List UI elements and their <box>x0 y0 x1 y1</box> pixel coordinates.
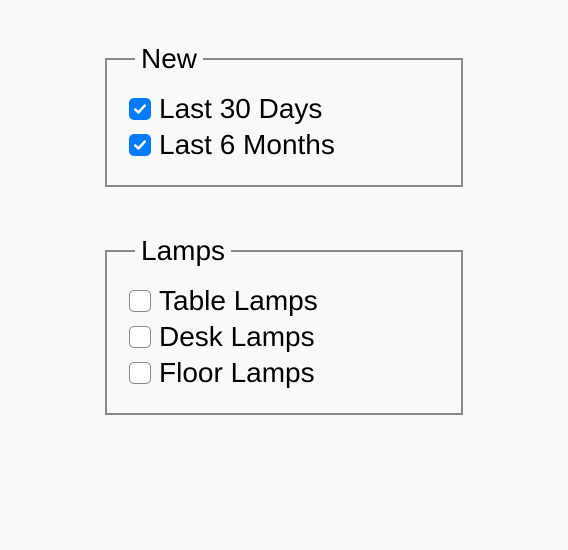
option-label: Table Lamps <box>159 283 318 318</box>
option-label: Last 6 Months <box>159 127 335 162</box>
filter-group-new: New Last 30 Days Last 6 Months <box>105 45 463 187</box>
option-label: Last 30 Days <box>159 91 322 126</box>
option-label: Desk Lamps <box>159 319 315 354</box>
checkbox-last-6-months[interactable] <box>129 134 151 156</box>
filter-group-new-legend: New <box>135 45 203 73</box>
checkbox-table-lamps[interactable] <box>129 290 151 312</box>
option-last-30-days[interactable]: Last 30 Days <box>129 91 439 126</box>
option-label: Floor Lamps <box>159 355 315 390</box>
option-desk-lamps[interactable]: Desk Lamps <box>129 319 439 354</box>
check-icon <box>133 138 147 152</box>
checkbox-floor-lamps[interactable] <box>129 362 151 384</box>
filter-group-lamps: Lamps Table Lamps Desk Lamps Floor Lamps <box>105 237 463 415</box>
option-table-lamps[interactable]: Table Lamps <box>129 283 439 318</box>
option-floor-lamps[interactable]: Floor Lamps <box>129 355 439 390</box>
checkbox-desk-lamps[interactable] <box>129 326 151 348</box>
option-last-6-months[interactable]: Last 6 Months <box>129 127 439 162</box>
filter-group-lamps-legend: Lamps <box>135 237 231 265</box>
checkbox-last-30-days[interactable] <box>129 98 151 120</box>
check-icon <box>133 102 147 116</box>
